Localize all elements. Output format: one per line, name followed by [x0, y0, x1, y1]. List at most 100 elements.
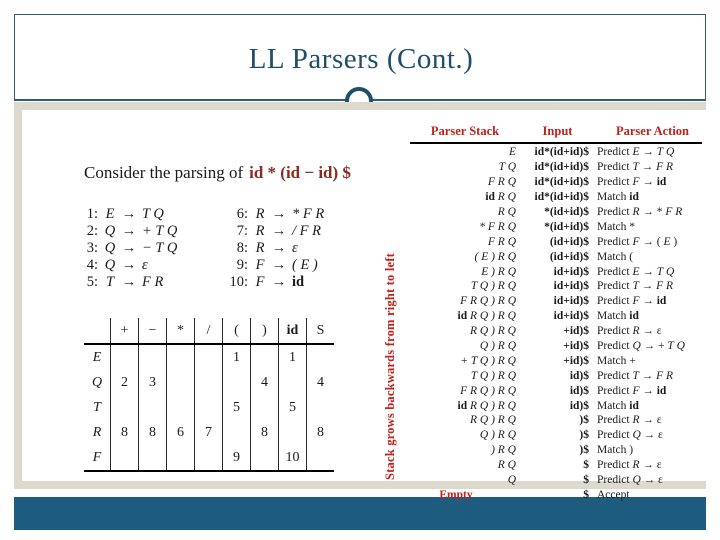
parse-table-row: Q23 4 4: [84, 370, 334, 395]
trace-row: R Q ) R Q +id)$ Predict R → ε: [410, 324, 710, 339]
parse-table-row-header: E: [84, 344, 111, 370]
parse-table-head: + − * /() id S: [84, 318, 334, 345]
trace-stack-cell: ) R Q: [491, 444, 516, 457]
parse-table-cell: [138, 344, 167, 370]
trace-rows-container: Eid*(id+id)$ Predict E → T Q T Q id*(id+id)…: [410, 145, 710, 502]
grammar-rule: 5: T → F R: [76, 274, 226, 291]
trace-input-cell: id+id)$: [553, 295, 589, 308]
trace-action-cell: Match +: [597, 354, 636, 367]
parse-table-body: E 1 1 Q 2 3 4 4 T 5 5 R 8 8 6 7 8 8 F 9 10: [84, 344, 334, 472]
trace-header-input: Input: [542, 124, 573, 138]
parse-table-cell: [166, 395, 195, 420]
trace-action-cell: Match ): [597, 444, 634, 457]
grammar-rule-arrow: →: [121, 223, 137, 239]
trace-input-cell: id*(id+id)$: [534, 146, 590, 159]
parse-table-cell: 1: [222, 344, 251, 370]
grammar-rule-rhs: + T Q: [142, 223, 178, 239]
trace-stack-cell: F R Q ) R Q: [460, 295, 516, 308]
trace-input-cell: *(id+id)$: [544, 206, 589, 218]
grammar-rule-lhs: T: [105, 274, 115, 290]
parse-table-cell: [110, 445, 139, 472]
parse-table-cell: 6: [166, 420, 195, 445]
grammar-rules-list: 1: E → T Q 6: R → * F R 2: Q → + T Q 7: R → / F R 3: Q → − …: [76, 206, 376, 291]
trace-input-cell: *(id+id)$: [544, 220, 589, 233]
parse-table-cell: [194, 370, 223, 395]
grammar-rule-arrow: →: [271, 223, 287, 239]
trace-input-cell: id+id)$: [553, 265, 589, 278]
parse-table-cell: [194, 344, 223, 370]
trace-row: Q ) R Q +id)$ Predict Q → + T Q: [410, 339, 710, 354]
trace-input-cell: id)$: [569, 369, 589, 382]
grammar-rule: 1: E → T Q: [76, 206, 226, 223]
parse-table-cell: [166, 445, 195, 472]
grammar-rule-lhs: F: [255, 257, 265, 273]
grammar-rule: 3: Q → − T Q: [76, 240, 226, 257]
grammar-rule-number: 2:: [86, 223, 98, 239]
grammar-rule-number: 8:: [236, 240, 248, 256]
grammar-rule-lhs: R: [255, 240, 265, 256]
grammar-rule-rhs: F R: [142, 274, 164, 290]
grammar-rule-arrow: →: [271, 274, 287, 290]
grammar-rule-rhs: ε: [142, 257, 148, 273]
trace-stack-cell: T Q: [498, 161, 516, 174]
trace-stack-cell: id R Q ) R Q: [457, 399, 516, 412]
trace-action-cell: Predict Q → ε: [597, 429, 663, 442]
trace-stack-cell: id R Q: [485, 191, 516, 204]
grammar-rule-lhs: E: [105, 206, 115, 222]
trace-row: + T Q ) R Q +id)$ Match +: [410, 353, 710, 368]
parse-table-cell: 8: [110, 420, 139, 445]
trace-row: T Q ) R Q id)$ Predict T → F R: [410, 368, 710, 383]
trace-stack-cell: R Q: [497, 206, 516, 218]
parse-table-cell: [138, 445, 167, 472]
trace-row: R Q *(id+id)$ Predict R → * F R: [410, 205, 710, 220]
grammar-rule-rhs: ( E ): [292, 257, 318, 273]
trace-stack-cell: * F R Q: [479, 220, 516, 233]
trace-input-cell: id)$: [569, 384, 589, 397]
parse-table-header-row: + − * /() id S: [84, 318, 334, 345]
trace-row: F R Q (id+id)$ Predict F → ( E ): [410, 234, 710, 249]
parse-table-col-header: S: [306, 318, 334, 345]
parse-table-cell: 4: [306, 370, 334, 395]
grammar-rule: 9: F → ( E ): [226, 257, 376, 274]
slide: LL Parsers (Cont.) Consider the parsing …: [0, 0, 720, 540]
trace-action-cell: Predict Q → + T Q: [597, 340, 685, 353]
parse-table-col-header: /: [194, 318, 223, 345]
grammar-rule: 2: Q → + T Q: [76, 223, 226, 240]
parse-table-row-header: Q: [84, 370, 111, 395]
trace-input-cell: +id)$: [563, 340, 589, 353]
parse-table-row: T 5 5: [84, 395, 334, 420]
trace-input-cell: id+id)$: [553, 310, 589, 323]
grammar-rule-rhs: ε: [292, 240, 298, 256]
trace-header-divider: [410, 142, 702, 144]
parse-table-col-header: +: [110, 318, 139, 345]
trace-row: Q $ Predict Q → ε: [410, 473, 710, 488]
parse-table-cell: [306, 344, 334, 370]
grammar-rule: 10: F → id: [226, 274, 376, 291]
grammar-rule-number: 6:: [236, 206, 248, 222]
parse-table-row: R886788: [84, 420, 334, 445]
grammar-rule: 4: Q → ε: [76, 257, 226, 274]
trace-action-cell: Predict Q → ε: [597, 474, 663, 487]
parse-table-cell: [166, 344, 195, 370]
parse-table-cell: [278, 420, 307, 445]
trace-stack-cell: + T Q ) R Q: [460, 354, 516, 367]
parse-table-cell: [222, 420, 251, 445]
parse-table-cell: 4: [250, 370, 279, 395]
trace-stack-cell: F R Q: [487, 176, 516, 189]
trace-input-cell: id*(id+id)$: [534, 191, 590, 204]
parse-table-row-header: T: [84, 395, 111, 420]
trace-action-cell: Accept: [597, 488, 630, 501]
parse-table-cell: 7: [194, 420, 223, 445]
grammar-rule-number: 7:: [236, 223, 248, 239]
trace-stack-cell: Q: [507, 474, 516, 487]
grammar-rule-arrow: →: [121, 240, 137, 256]
trace-input-cell: $: [583, 488, 589, 501]
trace-stack-cell: F R Q: [487, 235, 516, 248]
parse-table-cell: 1: [278, 344, 307, 370]
trace-action-cell: Match *: [597, 220, 636, 233]
parse-table-col-header: (: [222, 318, 251, 345]
consider-line: Consider the parsing of id * (id − id) $: [84, 163, 351, 183]
trace-action-cell: Predict T → F R: [597, 369, 674, 382]
parse-table-cell: [138, 395, 167, 420]
trace-input-cell: id*(id+id)$: [534, 176, 590, 189]
